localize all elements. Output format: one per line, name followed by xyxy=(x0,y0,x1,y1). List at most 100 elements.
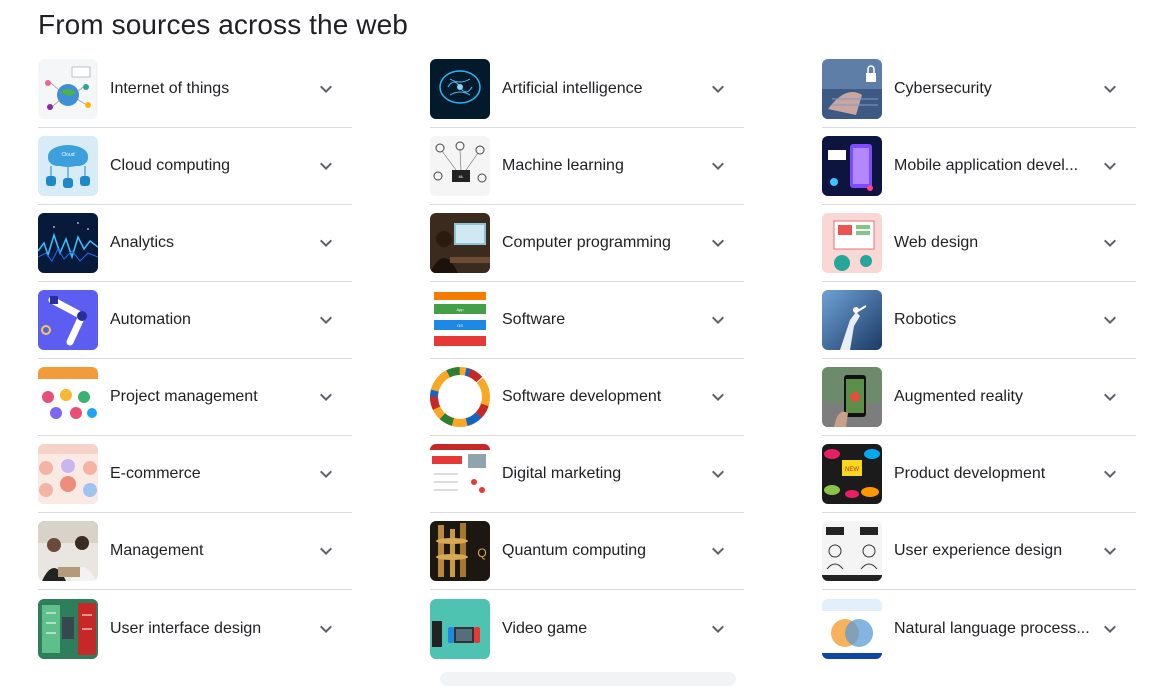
chevron-down-icon[interactable] xyxy=(1098,539,1122,563)
topic-item-software-development[interactable]: Software development xyxy=(430,359,744,436)
svg-text:Q: Q xyxy=(477,546,486,560)
machine-learning-sketch-image: ML xyxy=(430,136,490,196)
digital-marketing-image xyxy=(430,444,490,504)
ux-vs-ui-image xyxy=(822,521,882,581)
chevron-down-icon[interactable] xyxy=(706,308,730,332)
more-button-edge[interactable] xyxy=(440,672,736,686)
topic-item-robotics[interactable]: Robotics xyxy=(822,282,1136,359)
analytics-waveform-image xyxy=(38,213,98,273)
topic-label: Cloud computing xyxy=(110,157,231,174)
ecommerce-types-image xyxy=(38,444,98,504)
project-management-chart-image xyxy=(38,367,98,427)
topics-column-3: Cybersecurity Mobile application devel..… xyxy=(822,51,1136,667)
chevron-down-icon[interactable] xyxy=(314,154,338,178)
programmer-photo xyxy=(430,213,490,273)
web-design-illustration xyxy=(822,213,882,273)
topic-label: Video game xyxy=(502,619,588,637)
chevron-down-icon[interactable] xyxy=(1098,77,1122,101)
topic-label: E-commerce xyxy=(110,465,201,482)
chevron-down-icon[interactable] xyxy=(314,385,338,409)
topic-item-machine-learning[interactable]: ML Machine learning xyxy=(430,128,744,205)
topic-label: Quantum computing xyxy=(502,542,647,559)
chevron-down-icon[interactable] xyxy=(1098,231,1122,255)
chevron-down-icon[interactable] xyxy=(706,385,730,409)
topic-item-artificial-intelligence[interactable]: Artificial intelligence xyxy=(430,51,744,128)
svg-text:App: App xyxy=(456,307,464,312)
topic-item-computer-programming[interactable]: Computer programming xyxy=(430,205,744,282)
topic-item-automation[interactable]: Automation xyxy=(38,282,352,359)
chevron-down-icon[interactable] xyxy=(314,231,338,255)
chevron-down-icon[interactable] xyxy=(1098,154,1122,178)
sdlc-cycle-image xyxy=(430,367,490,427)
game-console-image xyxy=(430,598,490,659)
topic-label: Internet of things xyxy=(110,80,230,97)
topic-item-web-design[interactable]: Web design xyxy=(822,205,1136,282)
chevron-down-icon[interactable] xyxy=(1098,462,1122,486)
robot-arm-image xyxy=(38,290,98,350)
chevron-down-icon[interactable] xyxy=(1098,385,1122,409)
ar-phone-photo xyxy=(822,367,882,427)
topic-item-user-experience-design[interactable]: User experience design xyxy=(822,513,1136,590)
topics-column-1: Internet of things Cloud Cloud computing… xyxy=(38,51,352,667)
topic-item-digital-marketing[interactable]: Digital marketing xyxy=(430,436,744,513)
chevron-down-icon[interactable] xyxy=(314,77,338,101)
topic-item-internet-of-things[interactable]: Internet of things xyxy=(38,51,352,128)
topics-column-2: Artificial intelligence ML Machine learn… xyxy=(430,51,744,667)
chevron-down-icon[interactable] xyxy=(314,308,338,332)
topic-label: Machine learning xyxy=(502,157,624,174)
topic-item-analytics[interactable]: Analytics xyxy=(38,205,352,282)
topic-label: Web design xyxy=(894,234,979,251)
svg-text:OS: OS xyxy=(457,323,463,328)
section-title: From sources across the web xyxy=(38,9,408,40)
topic-item-cybersecurity[interactable]: Cybersecurity xyxy=(822,51,1136,128)
topic-label: Artificial intelligence xyxy=(502,80,643,97)
chevron-down-icon[interactable] xyxy=(1098,308,1122,332)
topic-label: Digital marketing xyxy=(502,465,622,482)
topic-label: Management xyxy=(110,542,204,559)
topic-label: Software xyxy=(502,311,566,328)
topic-item-augmented-reality[interactable]: Augmented reality xyxy=(822,359,1136,436)
topic-item-video-game[interactable]: Video game xyxy=(430,590,744,667)
topic-label: Software development xyxy=(502,388,662,405)
topic-item-e-commerce[interactable]: E-commerce xyxy=(38,436,352,513)
svg-text:ML: ML xyxy=(459,175,464,179)
cloud-computing-image: Cloud xyxy=(38,136,98,196)
chevron-down-icon[interactable] xyxy=(706,462,730,486)
topic-item-mobile-application-development[interactable]: Mobile application devel... xyxy=(822,128,1136,205)
ai-brain-image xyxy=(430,59,490,119)
topic-label: User interface design xyxy=(110,619,262,637)
topic-item-user-interface-design[interactable]: User interface design xyxy=(38,590,352,667)
chevron-down-icon[interactable] xyxy=(706,231,730,255)
topic-label: Product development xyxy=(894,465,1046,482)
robot-hand-photo xyxy=(822,290,882,350)
iot-diagram-image xyxy=(38,59,98,119)
chevron-down-icon[interactable] xyxy=(706,617,730,641)
topic-item-product-development[interactable]: NEW Product development xyxy=(822,436,1136,513)
topic-label: User experience design xyxy=(894,542,1063,559)
svg-text:NEW: NEW xyxy=(845,467,859,473)
chevron-down-icon[interactable] xyxy=(314,462,338,486)
mobile-app-image xyxy=(822,136,882,196)
topic-item-cloud-computing[interactable]: Cloud Cloud computing xyxy=(38,128,352,205)
topic-label: Computer programming xyxy=(502,234,671,251)
quantum-computer-photo: Q xyxy=(430,521,490,581)
chevron-down-icon[interactable] xyxy=(314,617,338,641)
chevron-down-icon[interactable] xyxy=(706,154,730,178)
chevron-down-icon[interactable] xyxy=(706,77,730,101)
nlp-venn-image xyxy=(822,598,882,659)
business-meeting-photo xyxy=(38,521,98,581)
topic-item-software[interactable]: App OS Software xyxy=(430,282,744,359)
topic-item-management[interactable]: Management xyxy=(38,513,352,590)
topic-item-project-management[interactable]: Project management xyxy=(38,359,352,436)
chevron-down-icon[interactable] xyxy=(1098,617,1122,641)
topic-item-quantum-computing[interactable]: Q Quantum computing xyxy=(430,513,744,590)
chevron-down-icon[interactable] xyxy=(314,539,338,563)
chevron-down-icon[interactable] xyxy=(706,539,730,563)
topic-label: Analytics xyxy=(110,234,175,251)
topic-label: Automation xyxy=(110,311,191,328)
keyboard-lock-photo xyxy=(822,59,882,119)
product-development-chalkboard: NEW xyxy=(822,444,882,504)
topic-item-natural-language-processing[interactable]: Natural language process... xyxy=(822,590,1136,667)
svg-text:Cloud: Cloud xyxy=(61,152,74,158)
topic-label: Project management xyxy=(110,388,258,405)
